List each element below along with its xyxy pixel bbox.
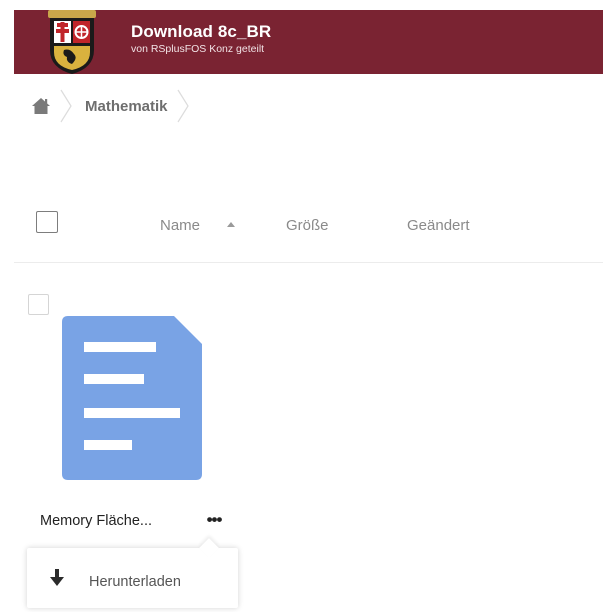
file-checkbox[interactable] [28,294,49,315]
column-name[interactable]: Name [160,217,200,234]
app-header: Download 8c_BR von RSplusFOS Konz geteil… [14,10,603,74]
column-modified[interactable]: Geändert [407,217,470,234]
chevron-right-icon [177,89,189,123]
breadcrumb-item-mathematik[interactable]: Mathematik [85,98,168,115]
header-text: Download 8c_BR von RSplusFOS Konz geteil… [131,22,271,56]
select-all-checkbox[interactable] [36,211,58,233]
download-icon [50,569,64,586]
chevron-right-icon [60,89,72,123]
coat-of-arms-icon [48,10,96,74]
file-list-header: Name Größe Geändert [14,207,603,263]
sort-ascending-icon[interactable] [227,222,235,227]
home-icon[interactable] [31,96,51,116]
document-icon[interactable] [62,316,202,480]
column-size[interactable]: Größe [286,217,329,234]
menu-item-label: Herunterladen [89,574,181,590]
menu-item-download[interactable]: Herunterladen [27,548,238,608]
header-title: Download 8c_BR [131,22,272,41]
breadcrumb: Mathematik [28,86,202,126]
header-subtitle: von RSplusFOS Konz geteilt [131,43,265,55]
more-options-icon[interactable]: ••• [200,508,228,532]
file-name[interactable]: Memory Fläche... [40,513,152,529]
context-menu: Herunterladen [27,538,238,608]
